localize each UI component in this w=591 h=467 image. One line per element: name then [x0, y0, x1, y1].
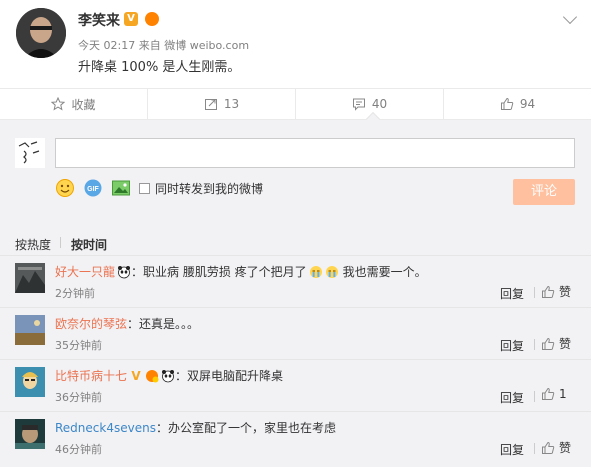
action-divider: [534, 443, 535, 454]
action-divider: [534, 287, 535, 298]
like-icon: [542, 387, 555, 400]
comment-item: 好大一只龍 ：职业病 腰肌劳损 疼了个把月了 我也需要一个。 2分钟前 回复 赞: [0, 256, 591, 308]
reply-button[interactable]: 回复: [500, 337, 524, 354]
like-icon: [542, 337, 555, 350]
compose-toolbar: GIF 同时转发到我的微博: [55, 178, 263, 198]
comment-item: 比特币病十七 V ：双屏电脑配升降桌 36分钟前 回复 1: [0, 360, 591, 412]
vip-icon[interactable]: [145, 12, 159, 26]
svg-text:GIF: GIF: [87, 186, 99, 193]
commenter-avatar[interactable]: [15, 315, 45, 345]
comment-icon: [352, 98, 365, 111]
reply-button[interactable]: 回复: [500, 285, 524, 302]
sort-bar: 按热度 按时间: [0, 218, 591, 256]
commenter-name[interactable]: 欧奈尔的琴弦: [55, 315, 127, 332]
like-count: 94: [519, 97, 536, 111]
like-button[interactable]: 94: [444, 89, 591, 119]
action-divider: [534, 339, 535, 350]
comment-like-label: 赞: [559, 285, 572, 299]
comment-input[interactable]: [55, 138, 575, 168]
reply-button[interactable]: 回复: [500, 389, 524, 406]
commenter-avatar[interactable]: [15, 367, 45, 397]
like-icon: [542, 441, 555, 454]
source-prefix: 来自: [138, 39, 161, 52]
commenter-name[interactable]: 好大一只龍: [55, 263, 115, 280]
post-text: 升降桌 100% 是人生刚需。: [78, 60, 241, 75]
comment-content: 比特币病十七 V ：双屏电脑配升降桌: [55, 367, 283, 384]
repost-checkbox[interactable]: [139, 182, 150, 194]
emoji-icon[interactable]: [55, 178, 75, 198]
crying-icon: [325, 265, 338, 278]
panda-icon: [162, 369, 175, 382]
like-icon: [500, 97, 514, 110]
star-icon: [51, 97, 66, 111]
comment-compose: GIF 同时转发到我的微博 评论: [0, 120, 591, 218]
comment-like-button[interactable]: 1: [541, 387, 567, 401]
comment-text: ：职业病 腰肌劳损 疼了个把月了: [131, 265, 307, 279]
verified-icon: V: [131, 368, 141, 383]
chevron-down-icon[interactable]: [562, 9, 578, 25]
comment-like-label: 赞: [559, 337, 572, 351]
sort-divider: [60, 237, 61, 248]
my-avatar[interactable]: [15, 138, 45, 168]
comment-item: 欧奈尔的琴弦 ：还真是。。。 35分钟前 回复 赞: [0, 308, 591, 360]
comment-text-tail: 我也需要一个。: [342, 265, 427, 279]
comment-like-button[interactable]: 赞: [541, 439, 571, 456]
commenter-avatar[interactable]: [15, 263, 45, 293]
comment-item: Redneck4sevens ：办公室配了一个，家里也在考虑 46分钟前 回复 …: [0, 412, 591, 464]
comment-time: 2分钟前: [55, 287, 95, 300]
author-name[interactable]: 李笑来: [78, 10, 120, 30]
favorite-button[interactable]: 收藏: [0, 89, 148, 119]
comment-like-label: 赞: [559, 441, 572, 455]
comment-like-button[interactable]: 赞: [541, 335, 571, 352]
action-divider: [534, 391, 535, 402]
image-icon[interactable]: [111, 178, 131, 198]
like-icon: [542, 285, 555, 298]
comment-count: 40: [371, 97, 388, 111]
repost-button[interactable]: 13: [148, 89, 296, 119]
comment-like-count: 1: [559, 387, 567, 401]
vip-icon: [146, 369, 159, 382]
comment-time: 36分钟前: [55, 391, 102, 404]
commenter-name[interactable]: Redneck4sevens: [55, 421, 156, 435]
weibo-post: 李笑来 V 今天 02:17 来自 微博 weibo.com 升降桌 100% …: [0, 0, 591, 88]
comment-time: 35分钟前: [55, 339, 102, 352]
comment-content: 欧奈尔的琴弦 ：还真是。。。: [55, 315, 199, 332]
crying-icon: [309, 265, 322, 278]
commenter-avatar[interactable]: [15, 419, 45, 449]
comment-time: 46分钟前: [55, 443, 102, 456]
comment-text: ：双屏电脑配升降桌: [175, 369, 284, 383]
reply-button[interactable]: 回复: [500, 441, 524, 458]
favorite-label: 收藏: [71, 97, 96, 112]
post-time[interactable]: 今天 02:17: [78, 39, 135, 52]
post-meta: 今天 02:17 来自 微博 weibo.com: [78, 37, 249, 53]
verified-icon: V: [124, 12, 138, 26]
sort-by-time[interactable]: 按时间: [71, 236, 107, 253]
comment-content: Redneck4sevens ：办公室配了一个，家里也在考虑: [55, 419, 336, 436]
panda-icon: [118, 265, 131, 278]
commenter-name[interactable]: 比特币病十七: [55, 367, 127, 384]
repost-icon: [204, 99, 217, 110]
gif-icon[interactable]: GIF: [83, 178, 103, 198]
comment-list: 好大一只龍 ：职业病 腰肌劳损 疼了个把月了 我也需要一个。 2分钟前 回复 赞…: [0, 256, 591, 467]
comment-content: 好大一只龍 ：职业病 腰肌劳损 疼了个把月了 我也需要一个。: [55, 263, 427, 280]
author-avatar[interactable]: [16, 8, 66, 58]
comment-text: ：还真是。。。: [127, 317, 200, 331]
repost-count: 13: [223, 97, 240, 111]
post-source[interactable]: 微博 weibo.com: [164, 39, 249, 52]
repost-label: 同时转发到我的微博: [155, 181, 264, 196]
sort-by-hot[interactable]: 按热度: [15, 236, 51, 253]
action-bar: 收藏 13 40 94: [0, 88, 591, 120]
submit-comment-button[interactable]: 评论: [513, 179, 575, 205]
comment-like-button[interactable]: 赞: [541, 283, 571, 300]
comment-text: ：办公室配了一个，家里也在考虑: [155, 421, 336, 435]
